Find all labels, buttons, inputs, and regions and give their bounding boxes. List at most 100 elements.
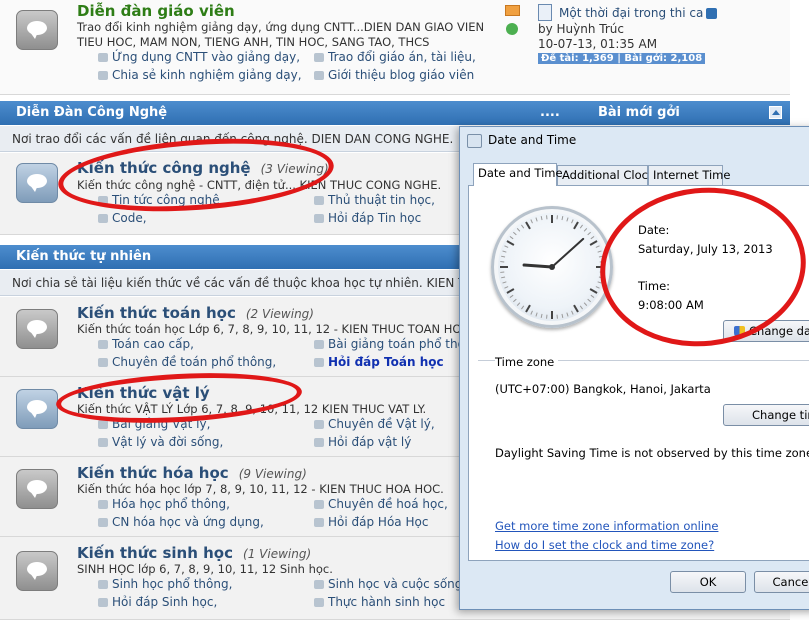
clock-tick <box>535 217 538 222</box>
tab-date-and-time[interactable]: Date and Time <box>473 163 563 186</box>
tab-internet-time[interactable]: Internet Time <box>648 165 730 185</box>
subforum-icon <box>98 438 108 447</box>
subforum-link[interactable]: Trao đổi giáo án, tài liệu, <box>314 50 476 64</box>
forum-bubble-icon <box>16 309 58 349</box>
subforum-icon <box>98 71 108 80</box>
forum-stats-badge: Đề tài: 1,369 | Bài gởi: 2,108 <box>538 53 706 64</box>
forum-bubble-icon <box>16 10 58 50</box>
calendar-clock-icon <box>467 134 482 148</box>
subforum-link[interactable]: Thủ thuật tin học, <box>314 193 435 207</box>
subforum-link[interactable]: Hỏi đáp Hóa Học <box>314 515 428 529</box>
time-label: Time: <box>638 279 671 293</box>
clock-tick <box>587 298 591 303</box>
cancel-button[interactable]: Cancel <box>754 571 809 593</box>
subforum-link[interactable]: Code, <box>98 211 147 225</box>
ok-button[interactable]: OK <box>670 571 746 593</box>
forum-title[interactable]: Kiến thức toán học (2 Viewing) <box>77 304 314 322</box>
subforum-icon <box>314 53 324 62</box>
timezone-label: Time zone <box>495 355 559 369</box>
dst-text: Daylight Saving Time is not observed by … <box>495 446 809 460</box>
subforum-link[interactable]: Toán cao cấp, <box>98 337 194 351</box>
subforum-link[interactable]: Chuyên đề hoá học, <box>314 497 448 511</box>
subforum-icon <box>314 438 324 447</box>
date-label: Date: <box>638 223 670 237</box>
subforum-link[interactable]: Hóa học phổ thông, <box>98 497 230 511</box>
analog-clock <box>491 206 613 328</box>
online-status-icon <box>506 23 518 35</box>
clock-tick <box>598 276 603 279</box>
clock-tick <box>516 228 521 232</box>
clock-tick <box>561 313 564 318</box>
subforum-link[interactable]: Bài giảng Vật lý, <box>98 417 210 431</box>
clock-tick <box>521 305 525 310</box>
forum-row-giao-vien: Diễn đàn giáo viên Trao đổi kinh nghiệm … <box>0 0 790 95</box>
subforum-icon <box>314 598 324 607</box>
category-header-cong-nghe[interactable]: Diễn Đàn Công Nghệ .... Bài mới gởi <box>0 101 790 125</box>
clock-tick <box>595 245 600 248</box>
clock-tick <box>597 281 602 284</box>
clock-hour-hand <box>522 263 554 269</box>
subforum-link[interactable]: Sinh học và cuộc sống, <box>314 577 466 591</box>
subforum-link[interactable]: Hỏi đáp Toán học <box>314 355 444 369</box>
dialog-title: Date and Time <box>488 133 577 147</box>
subforum-icon <box>314 71 324 80</box>
clock-tick <box>501 276 506 279</box>
subforum-link[interactable]: Hỏi đáp Sinh học, <box>98 595 217 609</box>
subforum-link[interactable]: Sinh học phổ thông, <box>98 577 232 591</box>
clock-tick <box>504 286 509 289</box>
clock-tick <box>513 298 517 303</box>
subforum-link[interactable]: Tin tức công nghệ <box>98 193 220 207</box>
subforum-icon <box>314 518 324 527</box>
last-post-title[interactable]: Một thời đại trong thi ca <box>559 6 718 20</box>
rss-icon[interactable] <box>505 5 520 16</box>
viewing-count: (2 Viewing) <box>245 307 314 321</box>
clock-tick <box>573 304 579 313</box>
subforum-icon <box>98 53 108 62</box>
subforum-link[interactable]: CN hóa học và ứng dụng, <box>98 515 264 529</box>
clock-tick <box>521 224 525 229</box>
go-to-post-icon[interactable] <box>706 8 718 19</box>
change-date-time-button[interactable]: Change date and time... <box>723 320 809 342</box>
clock-tick <box>540 313 543 318</box>
forum-desc: Kiến thức công nghệ - CNTT, điện tử... K… <box>77 178 442 192</box>
clock-tick <box>566 312 569 317</box>
forum-desc: Trao đổi kinh nghiệm giảng dạy, ứng dụng… <box>77 20 485 34</box>
clock-tick <box>561 216 564 221</box>
subforum-icon <box>98 518 108 527</box>
forum-desc: TIEU HOC, MAM NON, TIENG ANH, TIN HOC, S… <box>77 35 430 49</box>
category-title: Kiến thức tự nhiên <box>16 249 152 264</box>
forum-title[interactable]: Kiến thức công nghệ (3 Viewing) <box>77 159 329 177</box>
subforum-link[interactable]: Hỏi đáp vật lý <box>314 435 411 449</box>
tab-additional-clocks[interactable]: Additional Clocks <box>557 165 661 185</box>
subforum-link[interactable]: Hỏi đáp Tin học <box>314 211 421 225</box>
uac-shield-icon <box>734 325 745 338</box>
clock-tick <box>579 224 583 229</box>
help-clock-link[interactable]: How do I set the clock and time zone? <box>495 538 714 552</box>
forum-title[interactable]: Kiến thức vật lý <box>77 384 210 402</box>
clock-tick <box>597 250 602 253</box>
forum-title[interactable]: Kiến thức hóa học (9 Viewing) <box>77 464 307 482</box>
subforum-link[interactable]: Thực hành sinh học <box>314 595 445 609</box>
clock-tick <box>530 219 533 224</box>
subforum-link[interactable]: Giới thiệu blog giáo viên <box>314 68 474 82</box>
clock-tick <box>595 286 600 289</box>
forum-bubble-icon <box>16 551 58 591</box>
category-title: Diễn Đàn Công Nghệ <box>16 105 168 120</box>
clock-face <box>500 215 604 319</box>
forum-title-giao-vien[interactable]: Diễn đàn giáo viên <box>77 2 235 20</box>
timezone-info-link[interactable]: Get more time zone information online <box>495 519 718 533</box>
last-post-author[interactable]: by Huỳnh Trúc <box>538 22 624 36</box>
subforum-link[interactable]: Ứng dụng CNTT vào giảng dạy, <box>98 50 300 64</box>
clock-tick <box>509 294 514 298</box>
subforum-link[interactable]: Vật lý và đời sống, <box>98 435 223 449</box>
collapse-icon[interactable] <box>769 106 782 119</box>
subforum-link[interactable]: Chuyên đề Vật lý, <box>314 417 435 431</box>
forum-desc: SINH HỌC lớp 6, 7, 8, 9, 10, 11, 12 Sinh… <box>77 562 333 576</box>
forum-title[interactable]: Kiến thức sinh học (1 Viewing) <box>77 544 311 562</box>
clock-tick <box>587 231 591 236</box>
last-post-date: 10-07-13, 01:35 AM <box>538 37 658 51</box>
change-timezone-button[interactable]: Change time zone... <box>723 404 809 426</box>
subforum-link[interactable]: Chia sẻ kinh nghiệm giảng dạy, <box>98 68 302 82</box>
subforum-link[interactable]: Chuyên đề toán phổ thông, <box>98 355 276 369</box>
clock-tick <box>525 221 531 230</box>
